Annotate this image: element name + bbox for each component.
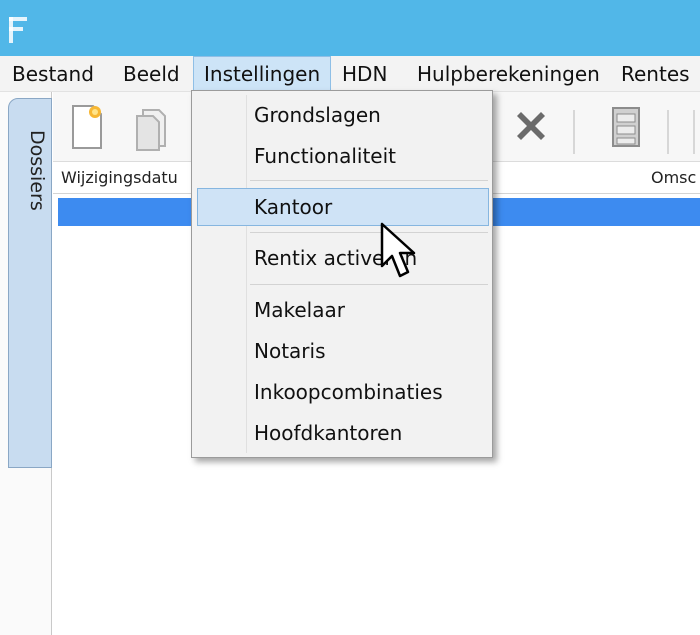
menu-instellingen[interactable]: Instellingen <box>193 56 332 92</box>
menu-item-hoofdkantoren[interactable]: Hoofdkantoren <box>254 415 402 451</box>
menu-separator <box>250 232 488 233</box>
column-header-wijzigingsdatum[interactable]: Wijzigingsdatu <box>61 168 178 187</box>
column-header-omschrijving[interactable]: Omsc <box>651 168 696 187</box>
menu-hdn[interactable]: HDN <box>332 56 397 92</box>
archive-cabinet-icon[interactable] <box>609 104 643 150</box>
menu-item-kantoor[interactable]: Kantoor <box>254 189 332 225</box>
menu-highlight <box>197 188 489 226</box>
menu-separator <box>250 180 488 181</box>
tab-dossiers-label: Dossiers <box>26 130 48 211</box>
toolbar-separator <box>693 110 695 154</box>
title-bar <box>0 0 700 56</box>
delete-icon[interactable] <box>511 106 551 146</box>
menu-item-makelaar[interactable]: Makelaar <box>254 292 345 328</box>
toolbar-separator <box>667 110 669 154</box>
menu-icon-gutter <box>246 95 247 453</box>
copy-document-icon[interactable] <box>133 104 173 152</box>
menu-item-functionaliteit[interactable]: Functionaliteit <box>254 138 396 174</box>
toolbar-separator <box>573 110 575 154</box>
menu-separator <box>250 284 488 285</box>
menu-item-inkoopcombinaties[interactable]: Inkoopcombinaties <box>254 374 443 410</box>
menu-beeld[interactable]: Beeld <box>113 56 190 92</box>
menu-item-notaris[interactable]: Notaris <box>254 333 326 369</box>
mouse-pointer-icon <box>380 222 416 278</box>
instellingen-dropdown-menu: Grondslagen Functionaliteit Kantoor Rent… <box>191 90 493 458</box>
new-document-icon[interactable] <box>67 102 107 152</box>
app-icon <box>9 17 27 43</box>
menu-item-grondslagen[interactable]: Grondslagen <box>254 97 381 133</box>
menu-bar: Bestand Beeld Instellingen HDN Hulpberek… <box>0 56 700 92</box>
menu-hulpberekeningen[interactable]: Hulpberekeningen <box>407 56 610 92</box>
menu-rentes[interactable]: Rentes <box>611 56 700 92</box>
menu-bestand[interactable]: Bestand <box>2 56 104 92</box>
